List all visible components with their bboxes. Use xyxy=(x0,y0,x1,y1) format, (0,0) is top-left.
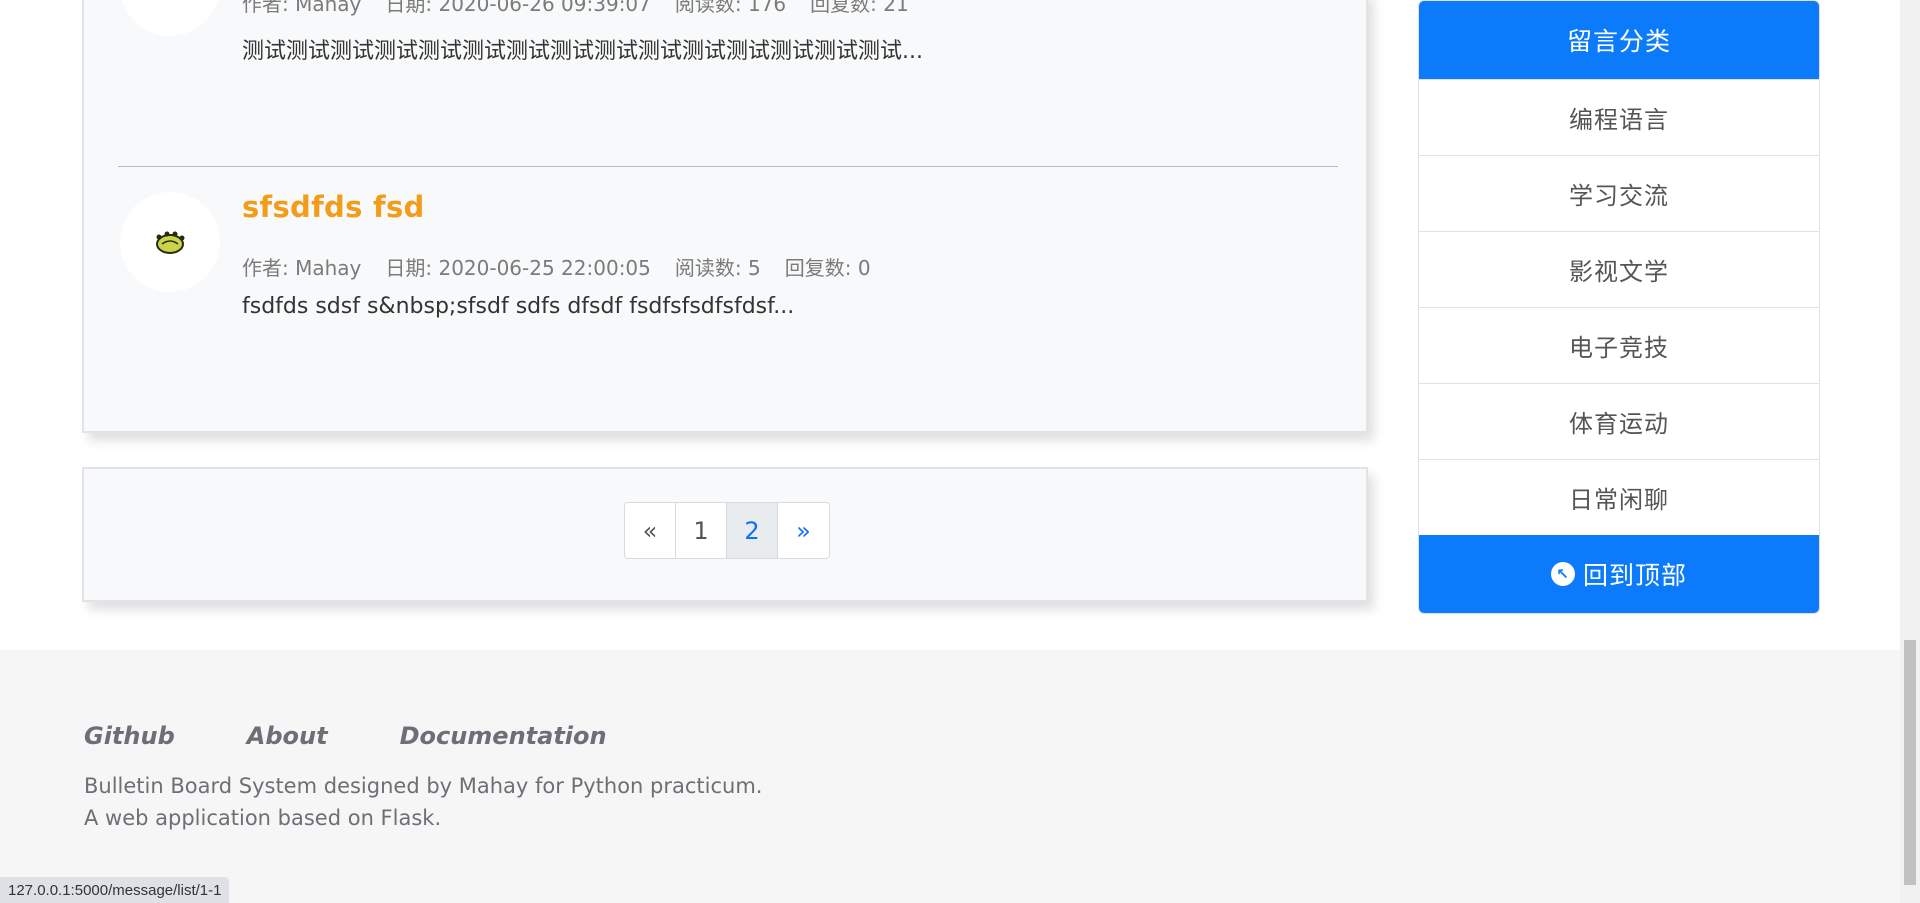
page-footer: Github About Documentation Bulletin Boar… xyxy=(0,650,1900,903)
status-bar-url: 127.0.0.1:5000/message/list/1-1 xyxy=(0,877,230,903)
pagination: « 1 2 » xyxy=(624,502,830,559)
post-excerpt: fsdfds sdsf s&nbsp;sfsdf sdfs dfsdf fsdf… xyxy=(242,294,795,319)
avatar[interactable] xyxy=(120,0,220,36)
post-replies: 回复数: 0 xyxy=(784,256,871,280)
post-date: 日期: 2020-06-26 09:39:07 xyxy=(385,0,651,16)
post-author: 作者: Mahay xyxy=(242,0,362,16)
pagination-card: « 1 2 » xyxy=(82,467,1368,602)
post-list-card: 作者: Mahay 日期: 2020-06-26 09:39:07 阅读数: 1… xyxy=(82,0,1368,433)
sidebar-item-programming[interactable]: 编程语言 xyxy=(1419,79,1819,155)
footer-links: Github About Documentation xyxy=(84,722,679,750)
post-divider xyxy=(118,166,1338,167)
post-meta: 作者: Mahay 日期: 2020-06-26 09:39:07 阅读数: 1… xyxy=(242,0,909,17)
post-reads: 阅读数: 5 xyxy=(674,256,761,280)
pagination-next-button[interactable]: » xyxy=(778,503,829,558)
footer-link-documentation[interactable]: Documentation xyxy=(400,722,607,750)
back-to-top-label: 回到顶部 xyxy=(1582,561,1687,590)
pagination-prev-button[interactable]: « xyxy=(625,503,676,558)
footer-link-about[interactable]: About xyxy=(247,722,328,750)
sidebar-item-sports[interactable]: 体育运动 xyxy=(1419,383,1819,459)
pagination-page-1[interactable]: 1 xyxy=(676,503,727,558)
post-replies: 回复数: 21 xyxy=(810,0,909,16)
scrollbar-thumb[interactable] xyxy=(1904,640,1916,885)
avatar[interactable] xyxy=(120,192,220,292)
footer-link-github[interactable]: Github xyxy=(84,722,175,750)
page-scrollbar[interactable] xyxy=(1900,0,1920,903)
sidebar-item-study[interactable]: 学习交流 xyxy=(1419,155,1819,231)
pagination-page-2-current[interactable]: 2 xyxy=(727,503,778,558)
post-title-link[interactable]: sfsdfds fsd xyxy=(242,190,425,224)
footer-tech-note: A web application based on Flask. xyxy=(84,806,442,830)
footer-description: Bulletin Board System designed by Mahay … xyxy=(84,774,763,798)
post-date: 日期: 2020-06-25 22:00:05 xyxy=(385,256,651,280)
sidebar-header: 留言分类 xyxy=(1419,1,1819,79)
turtle-avatar-icon xyxy=(156,231,185,254)
sidebar-item-film-literature[interactable]: 影视文学 xyxy=(1419,231,1819,307)
arrow-up-left-icon: ↖ xyxy=(1550,562,1575,586)
sidebar-item-chat[interactable]: 日常闲聊 xyxy=(1419,459,1819,535)
back-to-top-button[interactable]: ↖ 回到顶部 xyxy=(1419,535,1819,613)
post-meta: 作者: Mahay 日期: 2020-06-25 22:00:05 阅读数: 5… xyxy=(242,252,871,281)
post-reads: 阅读数: 176 xyxy=(674,0,787,16)
category-sidebar: 留言分类 编程语言 学习交流 影视文学 电子竞技 体育运动 日常闲聊 ↖ 回到顶… xyxy=(1418,0,1820,614)
post-author: 作者: Mahay xyxy=(242,256,362,280)
sidebar-item-esports[interactable]: 电子竞技 xyxy=(1419,307,1819,383)
post-excerpt: 测试测试测试测试测试测试测试测试测试测试测试测试测试测试测试... xyxy=(242,39,923,64)
